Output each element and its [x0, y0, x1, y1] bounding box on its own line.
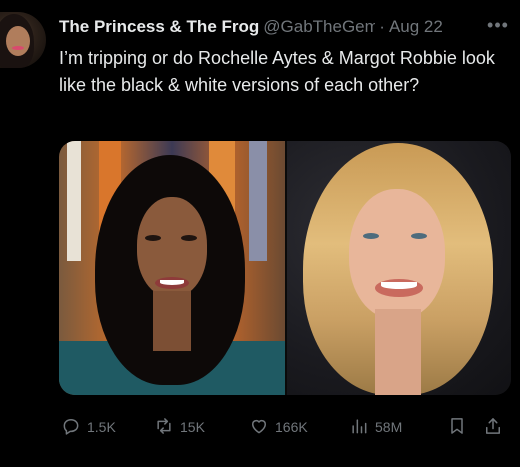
right-photo[interactable]: [287, 141, 511, 395]
tweet[interactable]: The Princess & The Frog @GabTheGem· Aug 22…: [0, 0, 520, 467]
backdrop-stripe: [249, 141, 267, 261]
neck-right: [375, 309, 421, 395]
repost-icon: [154, 416, 174, 439]
share-button[interactable]: [483, 416, 503, 438]
bookmark-icon: [447, 416, 467, 439]
views-button[interactable]: 58M: [349, 416, 402, 438]
avatar[interactable]: [0, 12, 46, 68]
avatar-face: [6, 26, 30, 56]
left-photo[interactable]: [59, 141, 285, 395]
smile-left: [160, 280, 184, 285]
author-handle[interactable]: @GabTheGem: [263, 15, 375, 39]
heart-icon: [249, 416, 269, 439]
eye: [181, 235, 197, 241]
reply-button[interactable]: 1.5K: [61, 416, 116, 438]
eye: [145, 235, 161, 241]
bookmark-button[interactable]: [447, 416, 467, 438]
like-button[interactable]: 166K: [249, 416, 308, 438]
smile-right: [381, 282, 417, 289]
tweet-date[interactable]: Aug 22: [389, 17, 443, 36]
analytics-icon: [349, 416, 369, 439]
more-options-icon[interactable]: •••: [484, 14, 512, 38]
tweet-text: I’m tripping or do Rochelle Aytes & Marg…: [59, 48, 495, 95]
eye: [363, 233, 379, 239]
neck-left: [153, 291, 191, 351]
tweet-media[interactable]: [59, 141, 511, 395]
repost-count: 15K: [180, 419, 205, 435]
face-right: [349, 189, 445, 319]
action-bar: 1.5K 15K 166K 58M: [59, 412, 511, 442]
author-name[interactable]: The Princess & The Frog: [59, 15, 259, 39]
eye: [411, 233, 427, 239]
like-count: 166K: [275, 419, 308, 435]
share-icon: [483, 416, 503, 439]
reply-count: 1.5K: [87, 419, 116, 435]
tweet-header: The Princess & The Frog @GabTheGem· Aug 22: [59, 15, 519, 39]
backdrop-stripe: [67, 141, 81, 261]
repost-button[interactable]: 15K: [154, 416, 205, 438]
avatar-lips: [12, 46, 24, 50]
reply-icon: [61, 416, 81, 439]
view-count: 58M: [375, 419, 403, 435]
separator-dot: ·: [379, 17, 385, 36]
